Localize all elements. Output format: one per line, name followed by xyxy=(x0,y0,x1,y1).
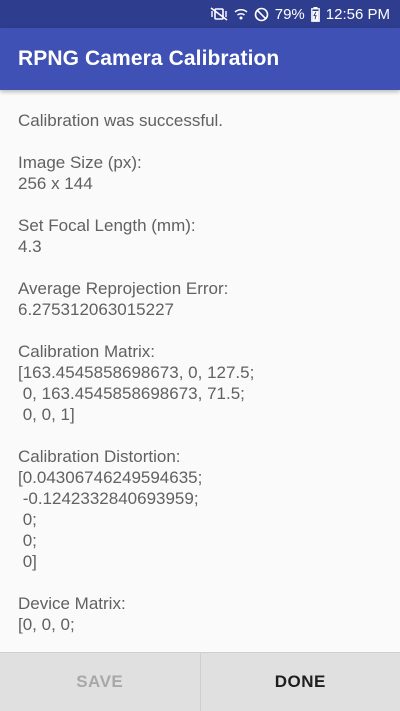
calibration-distortion-row: 0; xyxy=(18,531,37,550)
focal-length-block: Set Focal Length (mm): 4.3 xyxy=(18,215,382,257)
app-title: RPNG Camera Calibration xyxy=(18,47,280,70)
status-bar: 79% 12:56 PM xyxy=(0,0,400,28)
calibration-results[interactable]: Calibration was successful. Image Size (… xyxy=(0,90,400,652)
focal-length-value: 4.3 xyxy=(18,237,42,256)
wifi-icon xyxy=(234,7,248,21)
status-message: Calibration was successful. xyxy=(18,111,224,130)
calibration-matrix-label: Calibration Matrix: xyxy=(18,342,155,361)
reprojection-error-label: Average Reprojection Error: xyxy=(18,279,229,298)
do-not-disturb-icon xyxy=(254,7,269,22)
device-matrix-label: Device Matrix: xyxy=(18,594,126,613)
status-message-block: Calibration was successful. xyxy=(18,110,382,131)
battery-charging-icon xyxy=(310,6,320,22)
save-button[interactable]: SAVE xyxy=(0,653,201,711)
bottom-button-bar: SAVE DONE xyxy=(0,652,400,711)
calibration-distortion-block: Calibration Distortion: [0.0430674624959… xyxy=(18,446,382,572)
vibrate-mute-icon xyxy=(210,7,228,21)
image-size-value: 256 x 144 xyxy=(18,174,93,193)
focal-length-label: Set Focal Length (mm): xyxy=(18,216,196,235)
image-size-label: Image Size (px): xyxy=(18,153,142,172)
image-size-block: Image Size (px): 256 x 144 xyxy=(18,152,382,194)
calibration-matrix-row: 0, 163.4545858698673, 71.5; xyxy=(18,384,245,403)
calibration-distortion-row: 0] xyxy=(18,552,37,571)
clock: 12:56 PM xyxy=(325,5,390,23)
app-bar: RPNG Camera Calibration xyxy=(0,28,400,90)
calibration-distortion-label: Calibration Distortion: xyxy=(18,447,181,466)
calibration-matrix-row: 0, 0, 1] xyxy=(18,405,75,424)
device-matrix-row: [0, 0, 0; xyxy=(18,615,75,634)
device-matrix-block: Device Matrix: [0, 0, 0; xyxy=(18,593,382,635)
reprojection-error-value: 6.275312063015227 xyxy=(18,300,174,319)
calibration-distortion-row: [0.04306746249594635; xyxy=(18,468,203,487)
calibration-distortion-row: 0; xyxy=(18,510,37,529)
reprojection-error-block: Average Reprojection Error: 6.2753120630… xyxy=(18,278,382,320)
calibration-matrix-block: Calibration Matrix: [163.4545858698673, … xyxy=(18,341,382,425)
battery-percentage: 79% xyxy=(274,5,305,23)
calibration-distortion-row: -0.1242332840693959; xyxy=(18,489,199,508)
done-button[interactable]: DONE xyxy=(200,653,400,711)
calibration-matrix-row: [163.4545858698673, 0, 127.5; xyxy=(18,363,255,382)
